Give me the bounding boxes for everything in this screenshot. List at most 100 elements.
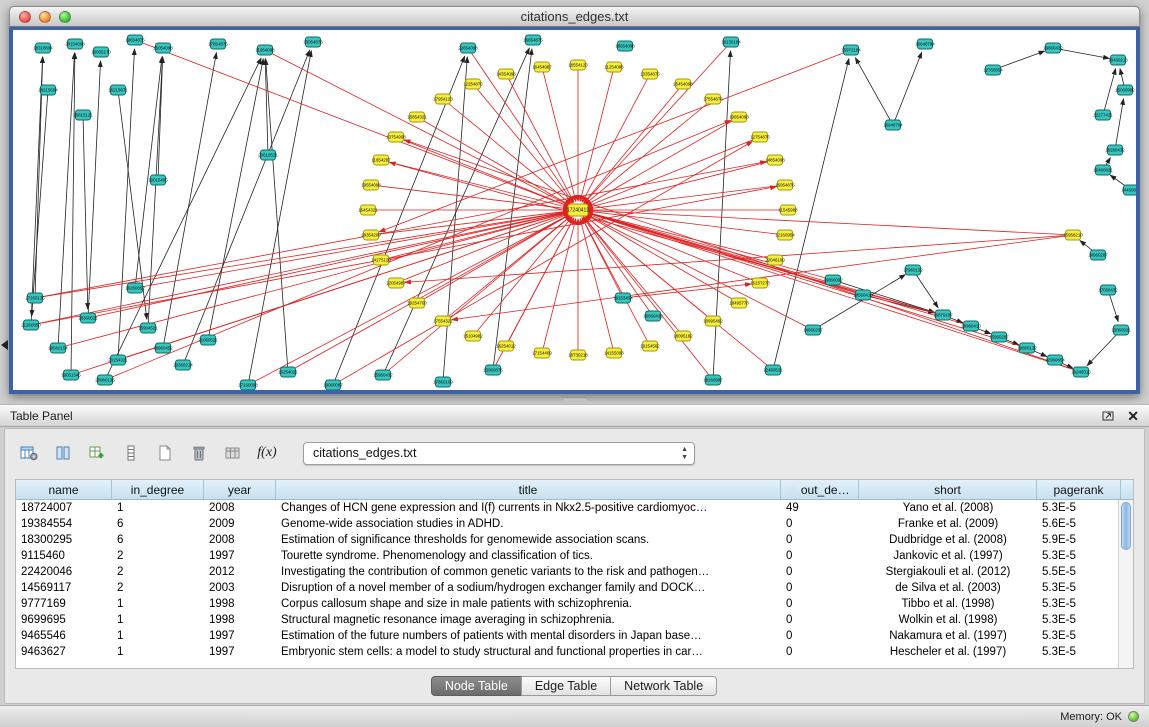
column-header-name[interactable]: name xyxy=(16,480,112,499)
graph-node-label: 17860109 xyxy=(433,380,453,385)
graph-node-label: 10995492 xyxy=(703,319,723,324)
table-cell: 0 xyxy=(781,614,859,626)
table-cell: 9699695 xyxy=(16,614,112,626)
table-tabs: Node TableEdge TableNetwork Table xyxy=(5,676,1144,696)
column-header-short[interactable]: short xyxy=(859,480,1037,499)
graph-edge xyxy=(582,74,650,202)
graph-edge xyxy=(586,117,739,205)
sort-ascending-icon: △ xyxy=(789,483,797,496)
graph-node-label: 17954123 xyxy=(433,97,453,102)
table-cell: 5.3E-5 xyxy=(1037,582,1121,594)
show-columns-icon[interactable] xyxy=(49,440,77,466)
graph-node-label: 19654098 xyxy=(729,115,749,120)
graph-node-label: 19360214 xyxy=(173,363,193,368)
table-select-combobox[interactable]: citations_edges.txt ▲▼ xyxy=(303,442,695,465)
table-cell: 0 xyxy=(781,550,859,562)
tab-edge-table[interactable]: Edge Table xyxy=(521,676,611,696)
table-cell: 0 xyxy=(781,646,859,658)
table-row[interactable]: 1872400712008Changes of HCN gene express… xyxy=(16,500,1133,516)
graph-node-label: 17060432 xyxy=(1098,288,1118,293)
table-cell: 5.9E-5 xyxy=(1037,534,1121,546)
graph-edge xyxy=(158,57,163,180)
table-cell: Tourette syndrome. Phenomenology and cla… xyxy=(276,550,781,562)
graph-node-label: 12754876 xyxy=(750,135,770,140)
graph-node-label: 15972184 xyxy=(841,48,861,53)
import-table-icon[interactable] xyxy=(219,440,247,466)
network-window-titlebar[interactable]: citations_edges.txt xyxy=(9,6,1140,27)
table-row[interactable]: 946554611997Estimation of the future num… xyxy=(16,628,1133,644)
tab-network-table[interactable]: Network Table xyxy=(610,676,717,696)
tab-node-table[interactable]: Node Table xyxy=(431,676,522,696)
graph-node-label: 13754908 xyxy=(386,135,406,140)
graph-edge xyxy=(248,51,311,385)
table-row[interactable]: 2242004622012Investigating the contribut… xyxy=(16,564,1133,580)
table-row[interactable]: 946362711997Embryonic stem cells: a mode… xyxy=(16,644,1133,660)
graph-node-label: 17554321 xyxy=(433,319,453,324)
graph-edge xyxy=(443,99,571,204)
table-cell: 9465546 xyxy=(16,630,112,642)
minimize-window-button[interactable] xyxy=(39,11,51,23)
table-cell: 0 xyxy=(781,566,859,578)
graph-node-label: 16860432 xyxy=(643,314,663,319)
graph-node-label: 18460213 xyxy=(1108,58,1128,63)
column-header-pagerank[interactable]: pagerank xyxy=(1037,480,1121,499)
panel-collapse-arrow[interactable] xyxy=(1,340,8,350)
new-document-icon[interactable] xyxy=(151,440,179,466)
splitter-handle[interactable] xyxy=(562,397,588,402)
column-header-in_degree[interactable]: in_degree xyxy=(112,480,204,499)
zoom-window-button[interactable] xyxy=(59,11,71,23)
graph-edge xyxy=(587,210,1073,235)
column-header-title[interactable]: title xyxy=(276,480,781,499)
table-row[interactable]: 977716911998Corpus callosum shape and si… xyxy=(16,596,1133,612)
function-builder-icon[interactable]: f(x) xyxy=(253,440,281,466)
table-cell: 2 xyxy=(112,582,204,594)
graph-node-label: 16254021 xyxy=(278,370,298,375)
table-cell: 2009 xyxy=(204,518,276,530)
table-scrollbar-thumb[interactable] xyxy=(1121,502,1131,550)
table-cell: 0 xyxy=(781,598,859,610)
table-options-icon[interactable] xyxy=(15,440,43,466)
graph-node-label: 16648794 xyxy=(915,42,935,47)
graph-node-label: 16254012 xyxy=(496,344,516,349)
table-cell: Dudbridge et al. (2008) xyxy=(859,534,1037,546)
column-header-out_de[interactable]: △ out_de… xyxy=(781,480,859,499)
column-header-label: out_de… xyxy=(801,483,850,497)
graph-node-label: 16648794 xyxy=(883,123,903,128)
graph-edge xyxy=(417,117,570,205)
network-canvas[interactable]: 1724041211545908121609542204610916157278… xyxy=(9,27,1140,394)
table-scrollbar[interactable] xyxy=(1118,500,1133,668)
close-window-button[interactable] xyxy=(19,11,31,23)
table-cell: 0 xyxy=(781,534,859,546)
table-cell: 6 xyxy=(112,518,204,530)
table-row[interactable]: 1938455462009Genome-wide association stu… xyxy=(16,516,1133,532)
table-row[interactable]: 911546021997Tourette syndrome. Phenomeno… xyxy=(16,548,1133,564)
close-panel-icon[interactable]: ✕ xyxy=(1127,409,1139,423)
table-row[interactable]: 1456911722003Disruption of a novel membe… xyxy=(16,580,1133,596)
column-header-year[interactable]: year xyxy=(204,480,276,499)
table-row[interactable]: 969969511998Structural magnetic resonanc… xyxy=(16,612,1133,628)
graph-node-label: 18360521 xyxy=(78,316,98,321)
table-row[interactable]: 1830029562008Estimation of significance … xyxy=(16,532,1133,548)
table-cell: 0 xyxy=(781,582,859,594)
graph-edge xyxy=(88,61,101,318)
graph-node-label: 19245013 xyxy=(1071,370,1091,375)
column-header-label: short xyxy=(934,483,961,497)
graph-node-label: 11654287 xyxy=(371,158,391,163)
table-cell: 0 xyxy=(781,630,859,642)
edit-table-icon[interactable] xyxy=(83,440,111,466)
graph-node-label: 19254760 xyxy=(407,301,427,306)
delete-column-icon[interactable] xyxy=(185,440,213,466)
graph-node-label: 12760854 xyxy=(983,68,1003,73)
graph-edge xyxy=(473,84,572,203)
table-cell: 1997 xyxy=(204,646,276,658)
float-panel-icon[interactable] xyxy=(1102,410,1115,422)
graph-edge xyxy=(163,53,216,348)
graph-edge xyxy=(105,58,261,380)
graph-node-label: 19153454 xyxy=(613,296,633,301)
graph-edge xyxy=(587,213,1081,372)
graph-node-label: 18654098 xyxy=(615,44,635,49)
row-height-icon[interactable] xyxy=(117,440,145,466)
table-cell: Changes of HCN gene expression and I(f) … xyxy=(276,502,781,514)
table-cell: Investigating the contribution of common… xyxy=(276,566,781,578)
graph-node-label: 16954876 xyxy=(775,183,795,188)
